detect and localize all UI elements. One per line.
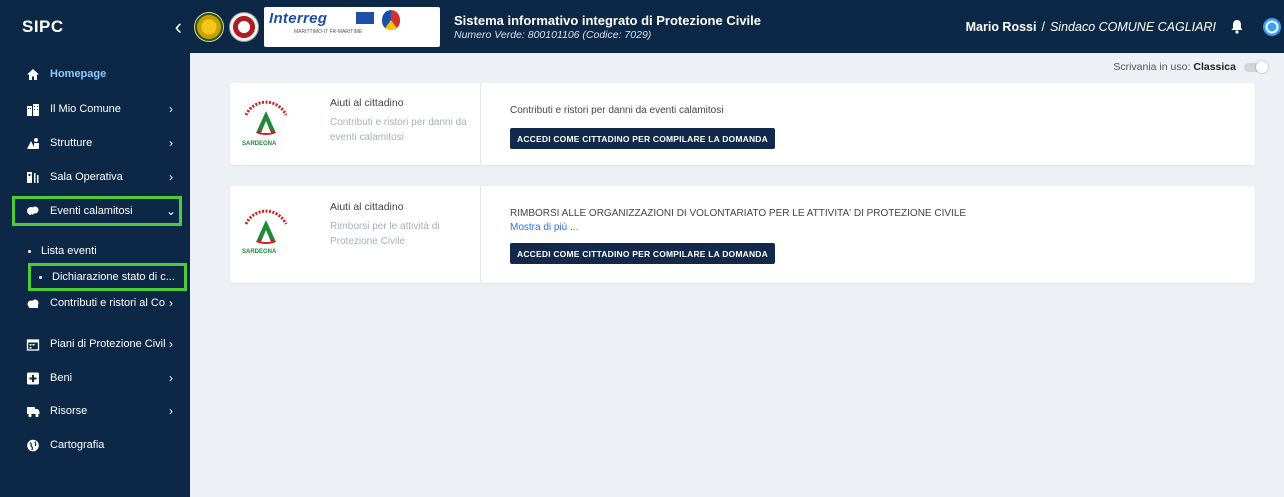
system-subtitle: Numero Verde: 800101106 (Codice: 7029) — [454, 28, 652, 41]
cloud-icon — [26, 296, 40, 310]
desk-toggle-switch[interactable] — [1244, 60, 1268, 73]
building-icon — [26, 102, 40, 116]
card-description: RIMBORSI ALLE ORGANIZZAZIONI DI VOLONTAR… — [510, 208, 967, 219]
protezione-civile-logo — [194, 11, 224, 42]
partner-logos: Interreg MARITTIMO-IT FR-MARITIME — [194, 6, 440, 47]
structures-icon — [26, 136, 40, 150]
chevron-right-icon: › — [169, 404, 173, 418]
help-globe-icon[interactable] — [1262, 17, 1282, 37]
sidebar-item-sala-operativa[interactable]: Sala Operativa › — [12, 162, 182, 192]
card-right-panel: Contributi e ristori per danni da eventi… — [481, 83, 1255, 165]
sidebar-item-strutture[interactable]: Strutture › — [12, 128, 182, 158]
sidebar-item-label: Homepage — [50, 68, 107, 80]
sidebar-item-cartografia[interactable]: Cartografia — [12, 430, 182, 460]
sidebar: Homepage Il Mio Comune › Strutture › Sal… — [0, 53, 190, 497]
card-left-panel: Aiuti al cittadino Rimborsi per le attiv… — [230, 186, 481, 283]
chevron-right-icon: › — [169, 337, 173, 351]
sidebar-subitem-lista-eventi[interactable]: Lista eventi — [28, 239, 97, 263]
sidebar-item-piani-protezione-civile[interactable]: Piani di Protezione Civile › — [12, 329, 182, 359]
user-role[interactable]: Sindaco COMUNE CAGLIARI — [1050, 20, 1216, 34]
sidebar-item-il-mio-comune[interactable]: Il Mio Comune › — [12, 94, 182, 124]
truck-icon — [26, 404, 40, 418]
sidebar-item-risorse[interactable]: Risorse › — [12, 396, 182, 426]
desk-value: Classica — [1193, 61, 1236, 73]
chevron-right-icon: › — [169, 170, 173, 184]
top-bar: SIPC ‹ Interreg MARITTIMO-IT FR-MARITIME… — [0, 0, 1284, 53]
show-more-link[interactable]: Mostra di più ... — [510, 222, 578, 233]
region-logo — [229, 11, 259, 42]
card-description: Contributi e ristori per danni da eventi… — [510, 105, 724, 116]
disaster-icon — [26, 204, 40, 218]
sidebar-item-label: Sala Operativa — [50, 171, 123, 183]
sidebar-item-label: Il Mio Comune — [50, 103, 121, 115]
card-left-subtitle: Contributi e ristori per danni da eventi… — [330, 117, 467, 143]
sidebar-subitem-dichiarazione-stato[interactable]: Dichiarazione stato di c... — [28, 263, 187, 291]
sidebar-item-beni[interactable]: Beni › — [12, 363, 182, 393]
interreg-logo: Interreg MARITTIMO-IT FR-MARITIME — [264, 6, 440, 47]
eu-flag-icon — [356, 11, 374, 24]
sidebar-item-label: Risorse — [50, 405, 88, 417]
sidebar-item-label: Contributi e ristori al Co... — [50, 297, 166, 309]
project-mark-icon — [382, 9, 400, 30]
service-card: Aiuti al cittadino Rimborsi per le attiv… — [230, 186, 1255, 283]
app-brand[interactable]: SIPC — [22, 17, 64, 37]
chevron-down-icon: ⌄ — [166, 204, 177, 218]
home-icon — [26, 67, 40, 81]
interreg-subtitle: MARITTIMO-IT FR-MARITIME — [294, 28, 363, 35]
sidebar-item-label: Cartografia — [50, 439, 105, 451]
access-citizen-button[interactable]: ACCEDI COME CITTADINO PER COMPILARE LA D… — [510, 128, 775, 149]
card-right-panel: RIMBORSI ALLE ORGANIZZAZIONI DI VOLONTAR… — [481, 186, 1255, 283]
sidebar-item-label: Strutture — [50, 137, 93, 149]
chevron-left-icon[interactable]: ‹ — [175, 15, 182, 38]
chevron-right-icon: › — [169, 371, 173, 385]
logo-region-text: SARDEGNA — [242, 141, 277, 147]
main-content: Scrivania in uso: Classica Aiuti al citt… — [190, 53, 1284, 497]
card-left-title: Aiuti al cittadino — [330, 201, 404, 213]
globe-icon — [26, 438, 40, 452]
user-area: Mario Rossi / Sindaco COMUNE CAGLIARI — [966, 0, 1284, 53]
sidebar-item-label: Beni — [50, 372, 73, 384]
operations-room-icon — [26, 170, 40, 184]
sidebar-item-label: Eventi calamitosi — [50, 205, 133, 217]
desk-label: Scrivania in uso: — [1113, 61, 1191, 73]
sidebar-item-eventi-calamitosi[interactable]: Eventi calamitosi ⌄ — [12, 196, 182, 226]
chevron-right-icon: › — [169, 102, 173, 116]
service-card: Aiuti al cittadino Contributi e ristori … — [230, 83, 1255, 165]
card-left-panel: Aiuti al cittadino Contributi e ristori … — [230, 83, 481, 165]
plus-square-icon — [26, 371, 40, 385]
sidebar-subitem-label: Lista eventi — [41, 245, 97, 257]
chevron-right-icon: › — [169, 296, 173, 310]
bullet-icon — [28, 249, 31, 253]
interreg-logo-text: Interreg — [269, 9, 328, 27]
calendar-icon — [26, 337, 40, 351]
user-name[interactable]: Mario Rossi — [966, 20, 1037, 34]
sidebar-item-label: Piani di Protezione Civile — [50, 338, 166, 350]
logo-region-text: SARDEGNA — [242, 249, 277, 255]
chevron-right-icon: › — [169, 136, 173, 150]
card-left-subtitle: Rimborsi per le attività di Protezione C… — [330, 221, 440, 247]
sidebar-item-homepage[interactable]: Homepage — [12, 59, 182, 89]
card-left-title: Aiuti al cittadino — [330, 97, 404, 109]
access-citizen-button[interactable]: ACCEDI COME CITTADINO PER COMPILARE LA D… — [510, 243, 775, 264]
brand-area: SIPC ‹ — [0, 0, 190, 53]
sidebar-item-contributi-ristori[interactable]: Contributi e ristori al Co... › — [12, 288, 182, 318]
system-title-block: Sistema informativo integrato di Protezi… — [454, 13, 761, 41]
user-separator: / — [1041, 19, 1045, 34]
desk-selector: Scrivania in uso: Classica — [1113, 60, 1268, 73]
system-title: Sistema informativo integrato di Protezi… — [454, 12, 762, 28]
bullet-icon — [39, 275, 42, 279]
sidebar-subitem-label: Dichiarazione stato di c... — [52, 271, 175, 283]
bell-icon[interactable] — [1230, 19, 1244, 34]
